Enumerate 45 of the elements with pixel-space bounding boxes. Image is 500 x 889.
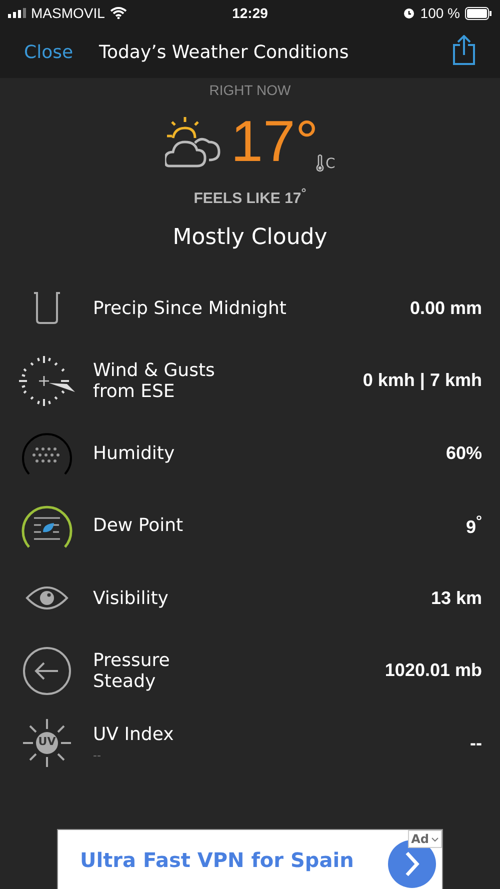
thermometer-icon: [316, 154, 324, 172]
ad-badge[interactable]: Ad: [408, 830, 442, 848]
row-value: 1020.01 mb: [384, 660, 482, 682]
wifi-icon: [110, 7, 127, 19]
row-label: Humidity: [93, 442, 176, 464]
ad-text[interactable]: Ultra Fast VPN for Spain: [80, 848, 388, 872]
eye-icon: [25, 585, 69, 612]
humidity-icon: [21, 431, 73, 476]
row-detail: Steady: [93, 670, 157, 692]
row-value: 13 km: [430, 588, 482, 609]
section-heading: RIGHT NOW: [209, 82, 291, 98]
battery-icon: [465, 6, 492, 20]
row-label: Precip Since Midnight: [93, 298, 288, 319]
condition-text: Mostly Cloudy: [172, 225, 328, 250]
clock-time: 12:29: [232, 5, 268, 21]
row-note: --: [93, 749, 102, 762]
row-value: 9$^{°}$: [466, 513, 482, 538]
battery-percent: 100 %: [420, 5, 460, 21]
dew-point-icon: [21, 504, 73, 548]
share-icon[interactable]: [452, 35, 476, 65]
row-value: 0.00 mm: [410, 298, 482, 319]
alarm-icon: [403, 7, 416, 19]
uv-label: UV: [37, 735, 57, 748]
row-label: Visibility: [93, 588, 170, 609]
ad-banner[interactable]: Ultra Fast VPN for Spain Ad: [57, 829, 443, 889]
wind-compass-icon: [18, 354, 76, 407]
screen-title: Today’s Weather Conditions: [99, 42, 350, 62]
sun-rays-icon: [22, 718, 72, 768]
feels-like-text: FEELS LIKE 17$^{°}$: [194, 186, 306, 207]
temperature: 17°: [230, 113, 318, 171]
row-label: UV Index: [93, 724, 175, 746]
row-label: Dew Point: [93, 515, 184, 536]
row-value: 0 kmh | 7 kmh: [362, 370, 482, 392]
carrier-name: MASMOVIL: [31, 5, 105, 21]
row-detail: from ESE: [93, 380, 176, 402]
unit-label: C: [325, 156, 336, 172]
row-label: Pressure: [93, 650, 171, 671]
left-arrow-circle-icon: [22, 646, 72, 696]
close-button[interactable]: Close: [24, 42, 74, 62]
sun-cloud-icon: [164, 116, 221, 168]
row-value: --: [470, 732, 482, 754]
row-label: Wind & Gusts: [93, 360, 216, 381]
signal-icon: [8, 8, 26, 18]
caret-icon: [431, 836, 439, 842]
row-value: 60%: [446, 442, 482, 464]
